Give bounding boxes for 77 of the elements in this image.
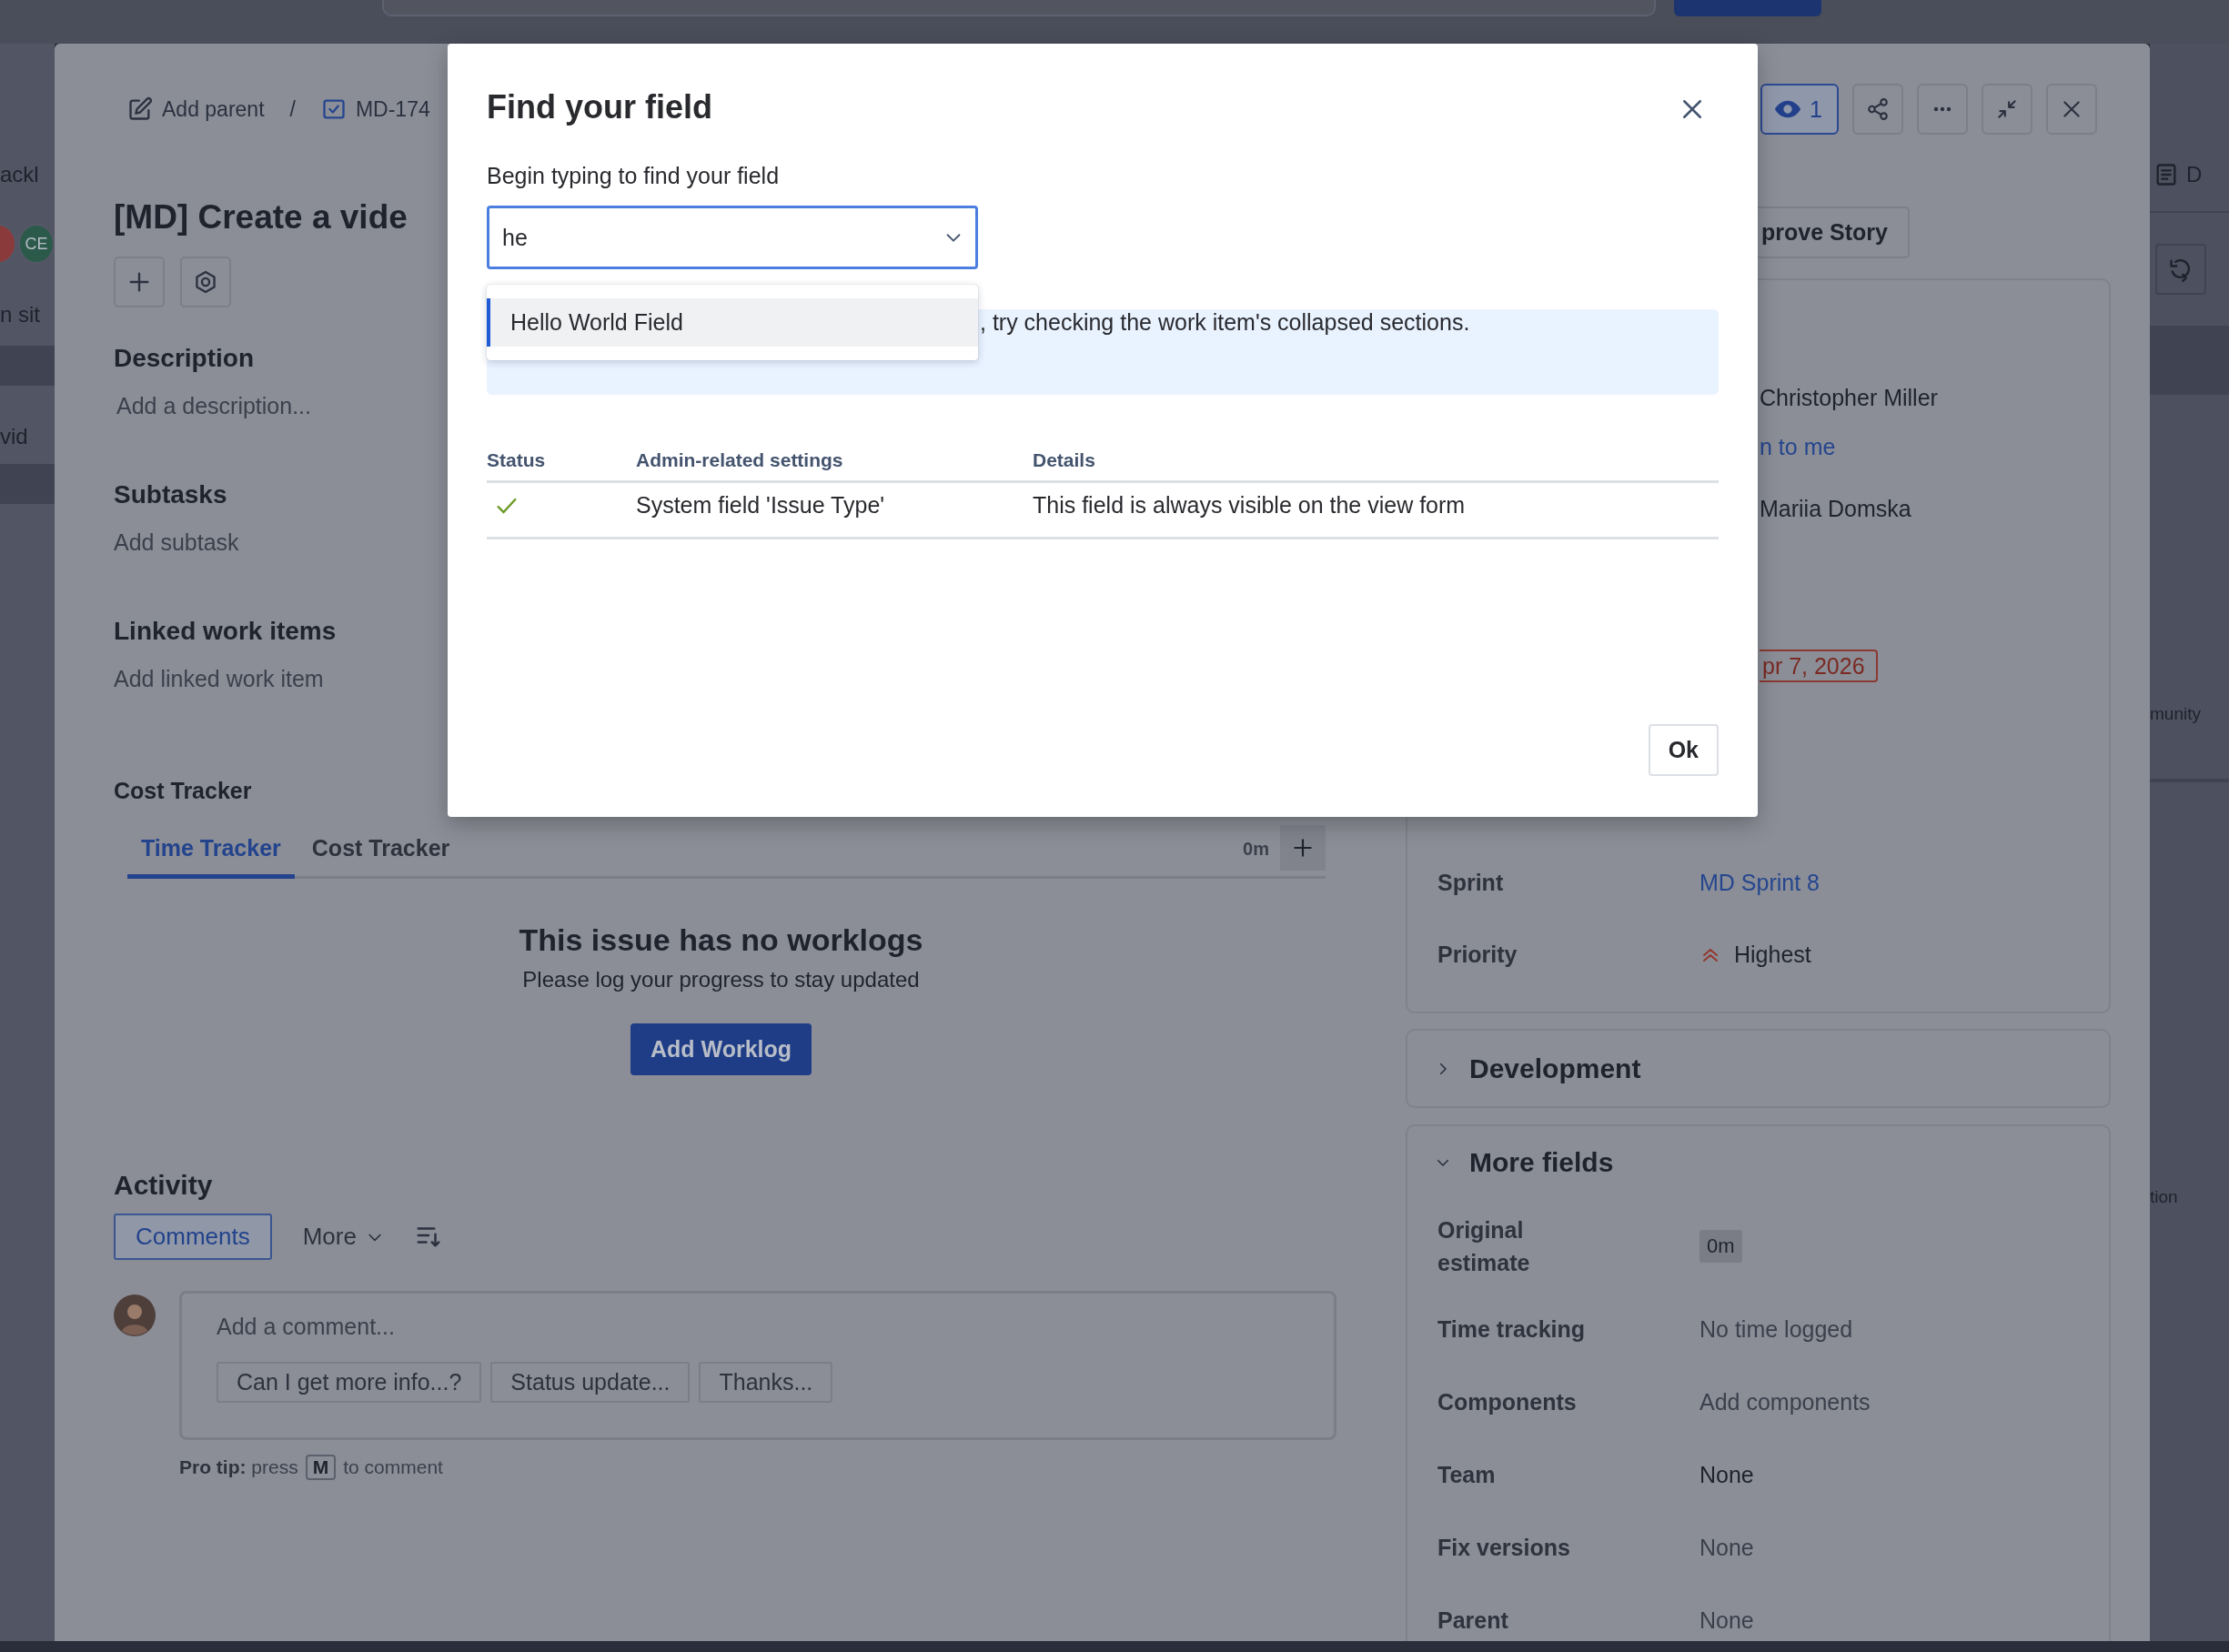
section-toggle[interactable]: More fields — [1469, 1147, 1614, 1178]
field-value: No time logged — [1699, 1315, 1853, 1344]
column-header: Admin-related settings — [636, 449, 1033, 483]
collapse-icon — [1995, 97, 2019, 121]
column-header: Status — [487, 449, 636, 483]
person-name: Mariia Domska — [1760, 495, 1912, 523]
apps-button[interactable] — [180, 257, 231, 307]
comment-field[interactable]: Add a comment... Can I get more info...? Status update... Thanks... — [179, 1291, 1336, 1440]
empty-text: Please log your progress to stay updated — [522, 967, 920, 992]
table-cell: System field 'Issue Type' — [636, 492, 885, 519]
section-heading: Activity — [114, 1170, 213, 1201]
suggestion-chip[interactable]: Can I get more info...? — [217, 1362, 482, 1403]
close-button[interactable] — [2046, 84, 2097, 135]
breadcrumb-link[interactable]: MD-174 — [320, 96, 430, 122]
banner-text: , try checking the work item's collapsed sections. — [980, 309, 1470, 336]
field-value: None — [1699, 1607, 1754, 1635]
due-date-tag: pr 7, 2026 — [1760, 650, 1878, 682]
field-label: Begin typing to find your field — [487, 162, 780, 189]
dialog-title: Find your field — [487, 87, 712, 127]
watch-button[interactable]: 1 — [1760, 84, 1839, 135]
tab[interactable]: More — [280, 1214, 406, 1260]
collapse-button[interactable] — [1982, 84, 2032, 135]
breadcrumb-separator: / — [289, 96, 296, 122]
shortcut-key: M — [305, 1455, 337, 1480]
suggestion-chip[interactable]: Status update... — [490, 1362, 691, 1403]
add-button[interactable] — [114, 257, 165, 307]
edit-icon — [127, 96, 153, 122]
section-heading: Linked work items — [114, 616, 337, 647]
add-button[interactable] — [1280, 825, 1326, 871]
add-link[interactable]: Add subtask — [114, 528, 239, 557]
plus-icon — [1291, 836, 1315, 860]
add-link[interactable]: Add a description... — [114, 391, 311, 420]
field-label: Time tracking — [1437, 1315, 1587, 1344]
gear-icon — [193, 269, 218, 295]
breadcrumb-link[interactable]: Add parent — [127, 96, 265, 122]
avatar — [114, 1294, 156, 1336]
field-label: Team — [1437, 1461, 1497, 1489]
table-cell: This field is always visible on the view form — [1033, 492, 1466, 519]
issue-title: [MD] Create a vide — [114, 197, 408, 237]
tab[interactable]: Time Tracker — [127, 822, 295, 879]
field-label: Parent — [1437, 1607, 1509, 1635]
person-name: Christopher Miller — [1760, 384, 1939, 412]
row-highlight — [0, 464, 55, 504]
tab[interactable]: Cost Tracker — [298, 822, 464, 879]
field-label: Priority — [1437, 941, 1518, 969]
tab[interactable]: Comments — [114, 1214, 272, 1260]
field-value[interactable]: MD Sprint 8 — [1699, 865, 1820, 900]
dropdown-option[interactable]: Hello World Field — [487, 298, 978, 347]
field-value: Add components — [1699, 1388, 1871, 1416]
section-heading: Subtasks — [114, 479, 227, 510]
suggestion-chip[interactable]: Thanks... — [699, 1362, 833, 1403]
add-worklog-button[interactable]: Add Worklog — [630, 1023, 812, 1075]
search-field[interactable]: he — [487, 206, 978, 269]
row-highlight — [0, 346, 55, 386]
field-label: Sprint — [1437, 869, 1505, 897]
section-heading: Cost Tracker — [114, 777, 252, 805]
share-icon — [1866, 97, 1890, 121]
avatar: CE — [18, 224, 55, 264]
share-button[interactable] — [1852, 84, 1903, 135]
time-tag: 0m — [1699, 1230, 1742, 1263]
comment-placeholder: Add a comment... — [217, 1314, 396, 1340]
section-toggle[interactable]: Development — [1469, 1053, 1641, 1084]
total-time: 0m — [1243, 839, 1269, 860]
section-heading: Description — [114, 343, 255, 374]
field-label: Components — [1437, 1388, 1578, 1416]
empty-title: This issue has no worklogs — [519, 922, 923, 958]
pro-tip-end: to comment — [343, 1456, 443, 1478]
field-label: Fix versions — [1437, 1534, 1571, 1562]
pro-tip: Pro tip: press — [179, 1456, 298, 1478]
ok-button[interactable]: Ok — [1648, 724, 1719, 776]
field-label: Original estimate — [1437, 1216, 1531, 1277]
field-value: None — [1699, 1534, 1754, 1562]
field-value: None — [1699, 1461, 1754, 1489]
add-link[interactable]: Add linked work item — [114, 664, 324, 693]
assign-link[interactable]: n to me — [1760, 429, 2109, 464]
column-header: Details — [1033, 449, 1719, 483]
field-value: Highest — [1734, 941, 1811, 969]
